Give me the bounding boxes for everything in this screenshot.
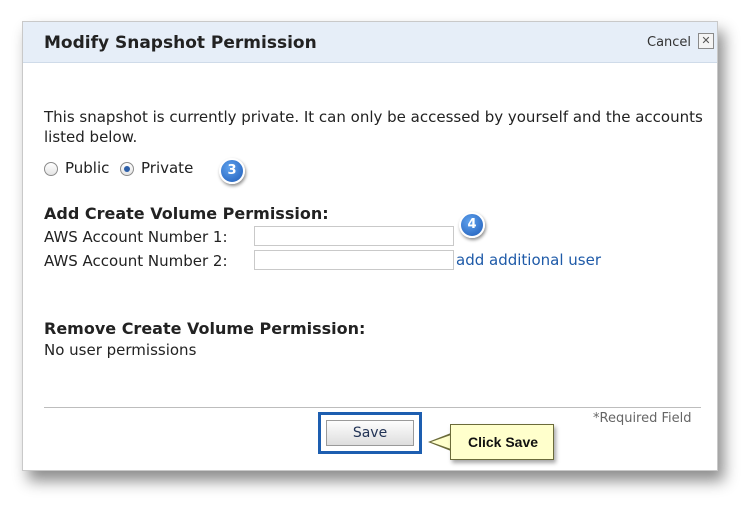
account-number-2-label: AWS Account Number 2: (44, 252, 228, 270)
add-permission-heading: Add Create Volume Permission: (44, 204, 329, 223)
add-additional-user-link[interactable]: add additional user (456, 251, 601, 269)
public-radio[interactable] (44, 162, 58, 176)
permission-description: This snapshot is currently private. It c… (44, 108, 703, 146)
dialog-title: Modify Snapshot Permission (44, 33, 317, 53)
callout-pointer-fill (431, 435, 451, 449)
account-number-1-input[interactable] (254, 226, 454, 246)
step-3-badge: 3 (219, 158, 245, 184)
private-label: Private (141, 159, 194, 177)
private-radio[interactable] (120, 162, 134, 176)
callout-text: Click Save (467, 434, 539, 450)
account-number-1-label: AWS Account Number 1: (44, 228, 228, 246)
cancel-link[interactable]: Cancel (647, 35, 691, 50)
save-highlight-frame: Save (318, 412, 422, 454)
footer-divider (44, 407, 701, 408)
account-number-2-input[interactable] (254, 250, 454, 270)
no-permissions-text: No user permissions (44, 341, 197, 359)
modify-snapshot-permission-dialog: Modify Snapshot Permission Cancel ✕ This… (22, 21, 718, 471)
remove-permission-heading: Remove Create Volume Permission: (44, 319, 366, 338)
dialog-titlebar: Modify Snapshot Permission Cancel ✕ (23, 22, 717, 63)
required-field-note: *Required Field (593, 411, 692, 426)
close-icon[interactable]: ✕ (698, 33, 714, 49)
click-save-callout: Click Save (450, 424, 554, 460)
save-button[interactable]: Save (326, 420, 414, 446)
step-4-badge: 4 (459, 212, 485, 238)
public-label: Public (65, 159, 110, 177)
